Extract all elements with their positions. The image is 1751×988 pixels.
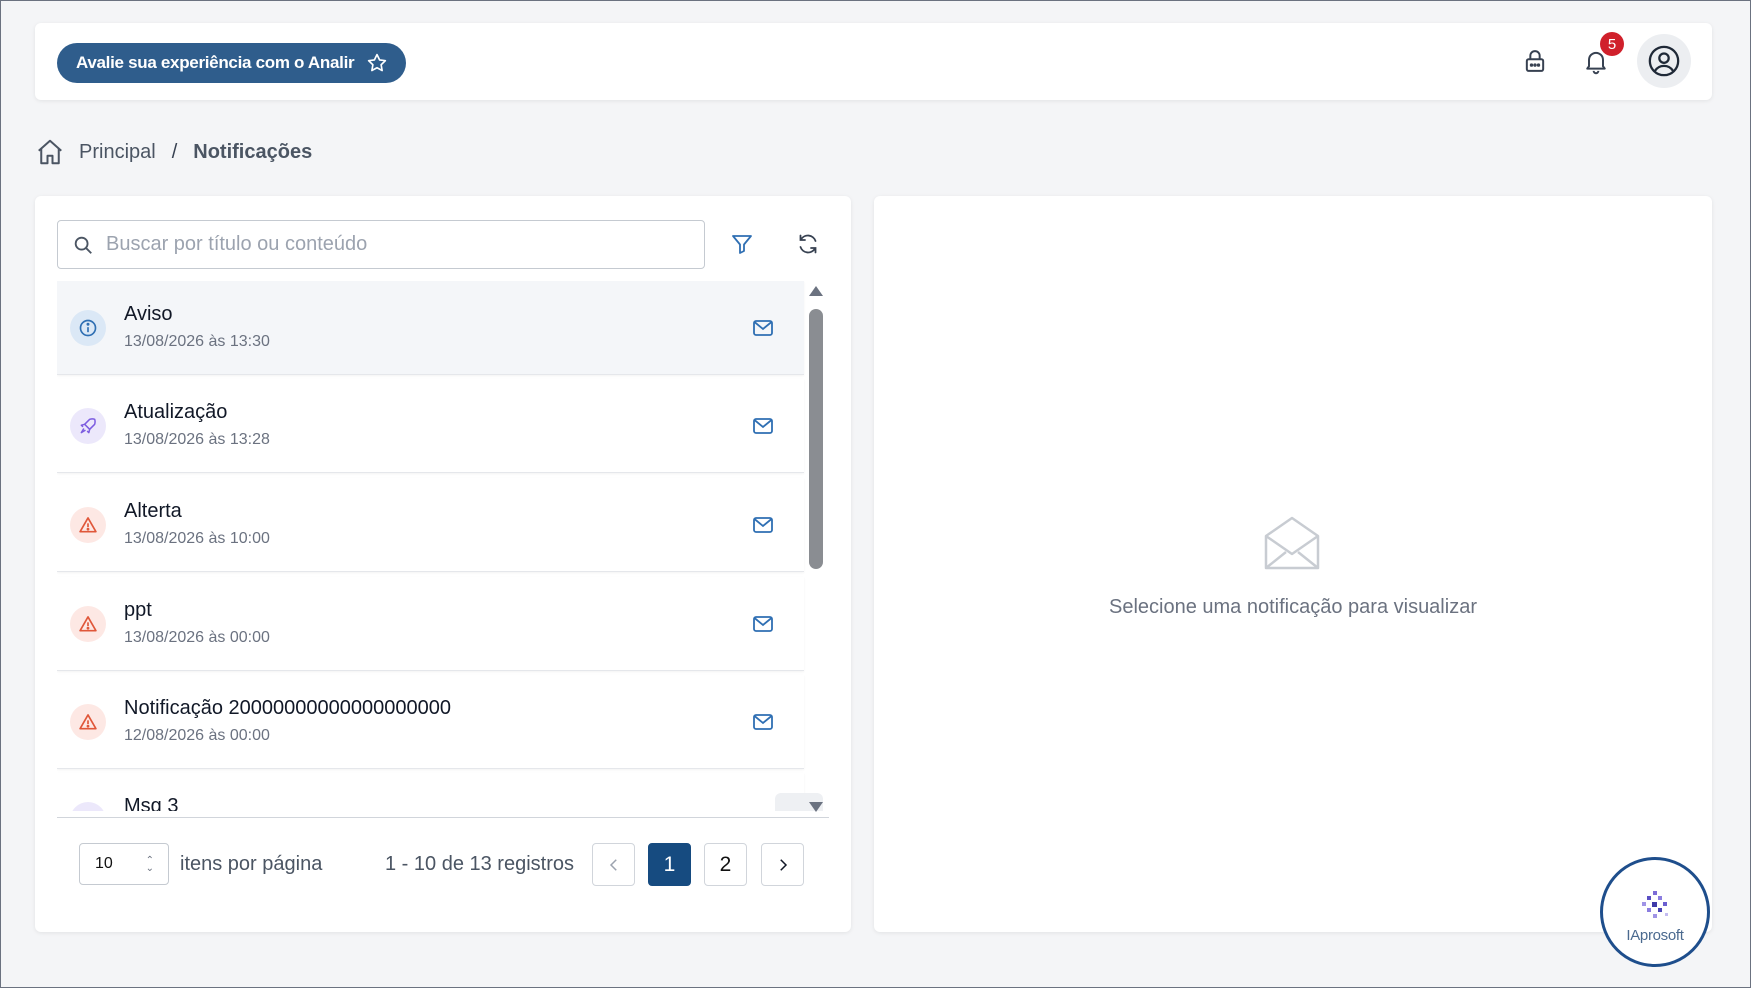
breadcrumb: Principal / Notificações [35,135,312,169]
brand-name: IAprosoft [1626,926,1684,944]
pagination-range: 1 - 10 de 13 registros [385,853,574,875]
list-divider [57,817,829,818]
home-icon[interactable] [35,137,65,167]
top-header: Avalie sua experiência com o Analir 5 [35,23,1712,100]
warning-icon [70,606,106,642]
scrollbar-thumb[interactable] [809,309,823,569]
info-icon [70,310,106,346]
notification-item[interactable]: Aviso 13/08/2026 às 13:30 [57,281,804,375]
notification-list-panel: Aviso 13/08/2026 às 13:30 Atualização 13… [35,196,851,932]
refresh-icon[interactable] [792,228,824,260]
mail-icon[interactable] [749,610,777,638]
open-envelope-icon [1264,516,1320,570]
breadcrumb-separator: / [171,140,178,163]
spinner-arrows-icon: ⌃ ⌄ [145,855,154,874]
warning-icon [70,704,106,740]
pagination: 10 ⌃ ⌄ itens por página 1 - 10 de 13 regi… [35,843,851,889]
scrollbar-up-arrow[interactable] [809,286,823,296]
previous-page-button[interactable] [592,843,635,886]
notification-date: 13/08/2026 às 13:28 [124,431,270,448]
warning-icon [70,507,106,543]
notification-item[interactable]: Msg 3 [57,773,804,811]
mail-icon[interactable] [749,708,777,736]
notification-date: 13/08/2026 às 13:30 [124,333,270,350]
scrollbar-down-arrow[interactable] [809,802,823,812]
page-2-button[interactable]: 2 [704,843,747,886]
mail-icon[interactable] [749,412,777,440]
rate-experience-label: Avalie sua experiência com o Analir [76,53,355,72]
search-icon [74,236,92,254]
user-circle-icon [1648,45,1680,77]
notification-item[interactable]: Atualização 13/08/2026 às 13:28 [57,379,804,473]
notification-date: 12/08/2026 às 00:00 [124,727,270,744]
breadcrumb-home-link[interactable]: Principal [79,141,156,164]
notification-title: ppt [124,599,152,621]
empty-state-message: Selecione uma notificação para visualiza… [1109,596,1477,618]
next-page-button[interactable] [761,843,804,886]
filter-icon[interactable] [726,228,758,260]
notification-viewer-panel: Selecione uma notificação para visualiza… [874,196,1712,932]
mail-icon[interactable] [749,511,777,539]
notification-item[interactable]: Notificação 20000000000000000000 12/08/2… [57,675,804,769]
notification-title: Alterta [124,500,182,522]
rate-experience-button[interactable]: Avalie sua experiência com o Analir [57,43,407,83]
notification-title: Msg 3 [124,795,179,811]
rocket-icon [70,408,106,444]
page-1-button[interactable]: 1 [648,843,691,886]
notification-date: 13/08/2026 às 10:00 [124,530,270,547]
items-per-page-select[interactable]: 10 ⌃ ⌄ [79,843,169,885]
user-avatar[interactable] [1637,34,1691,88]
mail-icon[interactable] [749,314,777,342]
notification-date: 13/08/2026 às 00:00 [124,629,270,646]
items-per-page-value: 10 [95,855,113,872]
notification-title: Aviso [124,303,173,325]
search-input[interactable] [106,233,666,256]
notification-title: Atualização [124,401,228,423]
notification-item[interactable]: Alterta 13/08/2026 às 10:00 [57,478,804,572]
chevron-left-icon [609,858,617,871]
notification-title: Notificação 20000000000000000000 [124,697,451,719]
notification-count-badge: 5 [1600,32,1624,56]
search-box [57,220,705,269]
notification-list: Aviso 13/08/2026 às 13:30 Atualização 13… [57,281,837,811]
star-icon [368,53,387,72]
chevron-right-icon [779,858,787,871]
notification-item[interactable]: ppt 13/08/2026 às 00:00 [57,577,804,671]
rocket-icon [70,802,106,811]
brand-logo-icon [1642,890,1668,918]
lock-icon[interactable] [1517,43,1553,79]
breadcrumb-current: Notificações [193,140,313,163]
brand-logo-button[interactable]: IAprosoft [1600,857,1710,967]
items-per-page-label: itens por página [180,853,323,875]
